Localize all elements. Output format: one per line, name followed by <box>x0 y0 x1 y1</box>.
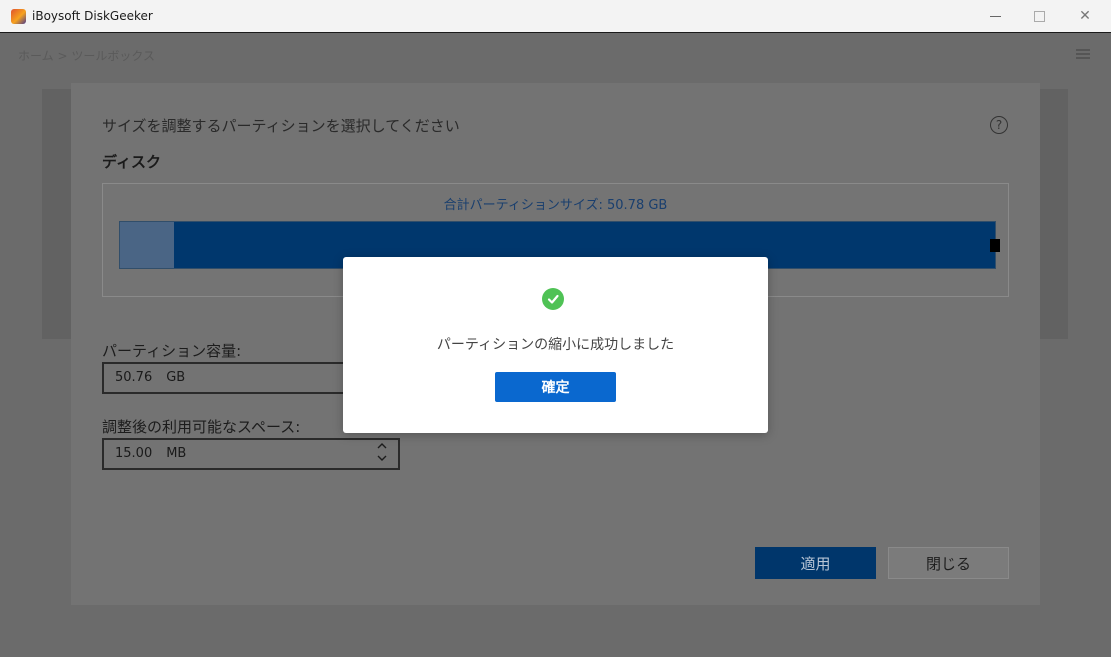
total-partition-size: 合計パーティションサイズ: 50.78 GB <box>443 198 668 213</box>
chevron-down-icon[interactable] <box>376 454 388 466</box>
free-space-value: 15.00 <box>115 446 153 461</box>
minimize-icon <box>989 15 1001 17</box>
help-icon[interactable]: ? <box>990 116 1008 134</box>
maximize-icon <box>1033 10 1045 22</box>
free-space-field[interactable]: 15.00 MB <box>102 438 400 470</box>
resize-handle[interactable] <box>990 239 1000 252</box>
free-space-label: 調整後の利用可能なスペース: <box>102 418 301 436</box>
confirm-button[interactable]: 確定 <box>495 372 616 402</box>
success-check-icon <box>542 288 564 310</box>
success-message: パーティションの縮小に成功しました <box>436 337 675 353</box>
apply-button[interactable]: 適用 <box>755 547 876 579</box>
window-title: iBoysoft DiskGeeker <box>32 9 153 23</box>
menu-icon[interactable] <box>1076 49 1090 59</box>
capacity-value: 50.76 <box>115 370 153 385</box>
free-space-stepper[interactable] <box>376 442 388 468</box>
chevron-up-icon[interactable] <box>376 442 388 454</box>
breadcrumb: ホーム > ツールボックス <box>18 49 155 63</box>
free-space-unit: MB <box>166 446 187 461</box>
maximize-button[interactable] <box>1016 0 1062 32</box>
disk-label: ディスク <box>102 153 161 171</box>
partition-used-fill <box>120 222 174 268</box>
capacity-label: パーティション容量: <box>102 342 242 360</box>
success-dialog: パーティションの縮小に成功しました 確定 <box>343 257 768 433</box>
close-icon: ✕ <box>1079 8 1091 24</box>
minimize-button[interactable] <box>972 0 1018 32</box>
close-button[interactable]: 閉じる <box>888 547 1009 579</box>
app-logo-icon <box>11 9 26 24</box>
window-titlebar: iBoysoft DiskGeeker ✕ <box>0 0 1111 33</box>
capacity-unit: GB <box>166 370 186 385</box>
panel-heading: サイズを調整するパーティションを選択してください <box>102 117 460 135</box>
close-window-button[interactable]: ✕ <box>1062 0 1108 32</box>
